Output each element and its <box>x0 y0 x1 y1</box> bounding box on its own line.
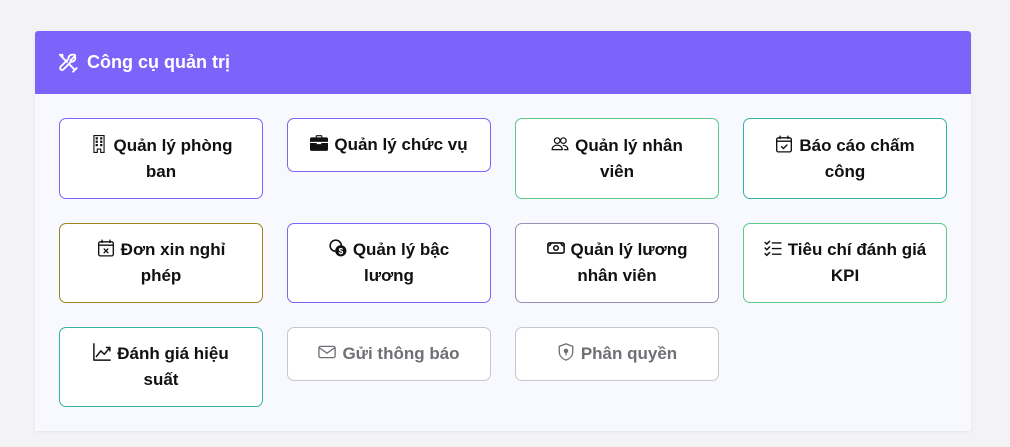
envelope-icon <box>318 343 337 361</box>
cash-icon <box>546 239 565 257</box>
tool-label: Quản lý nhân viên <box>575 135 683 181</box>
tool-label: Quản lý bậc lương <box>352 240 450 285</box>
calendar-check-icon <box>775 135 793 153</box>
svg-text:$: $ <box>338 246 343 256</box>
shield-lock-icon <box>557 343 575 361</box>
tool-label: Quản lý chức vụ <box>334 135 468 154</box>
tool-button-attendance-report[interactable]: Báo cáo chấm công <box>743 118 947 199</box>
tool-button-leave-request[interactable]: Đơn xin nghỉ phép <box>59 223 263 303</box>
tool-button-positions[interactable]: Quản lý chức vụ <box>287 118 491 172</box>
briefcase-icon <box>310 134 329 152</box>
admin-tools-card: Công cụ quản trị Quản lý phòng ban Quản … <box>35 31 971 431</box>
tool-label: Đánh giá hiệu suất <box>117 344 229 389</box>
tool-label: Quản lý phòng ban <box>113 135 233 181</box>
calendar-x-icon <box>97 239 115 257</box>
people-icon <box>551 135 569 153</box>
tool-button-performance-review[interactable]: Đánh giá hiệu suất <box>59 327 263 407</box>
tool-button-departments[interactable]: Quản lý phòng ban <box>59 118 263 199</box>
tool-button-salary-grades[interactable]: $ Quản lý bậc lương <box>287 223 491 303</box>
tool-label: Đơn xin nghỉ phép <box>120 240 226 285</box>
tool-label: Quản lý lương nhân viên <box>570 240 688 285</box>
tool-button-employee-salary[interactable]: Quản lý lương nhân viên <box>515 223 719 303</box>
coins-icon: $ <box>329 239 347 257</box>
tool-label: Gửi thông báo <box>342 344 460 363</box>
tool-button-permissions[interactable]: Phân quyền <box>515 327 719 381</box>
tool-label: Tiêu chí đánh giá KPI <box>787 240 927 285</box>
tool-label: Báo cáo chấm công <box>799 135 915 181</box>
tools-icon <box>57 52 79 74</box>
page-title: Công cụ quản trị <box>87 52 230 72</box>
list-check-icon <box>764 239 782 257</box>
graph-up-icon <box>93 343 112 361</box>
card-header: Công cụ quản trị <box>35 31 971 94</box>
tool-label: Phân quyền <box>580 344 678 363</box>
tool-button-kpi-criteria[interactable]: Tiêu chí đánh giá KPI <box>743 223 947 303</box>
building-icon <box>90 134 108 153</box>
tool-button-employees[interactable]: Quản lý nhân viên <box>515 118 719 199</box>
tool-button-send-notification[interactable]: Gửi thông báo <box>287 327 491 381</box>
